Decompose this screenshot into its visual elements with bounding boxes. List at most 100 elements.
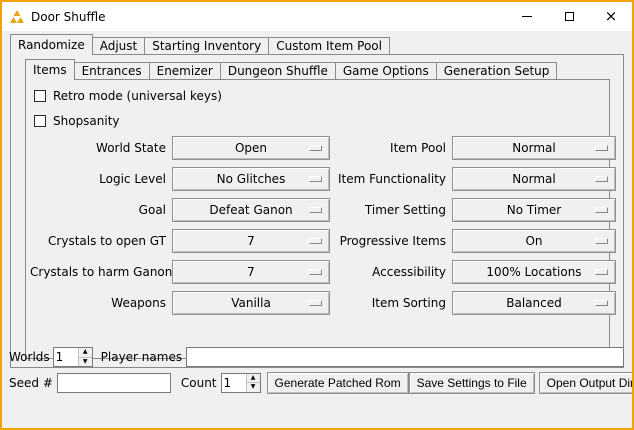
count-spinner[interactable]: ▲ ▼ [221, 373, 261, 393]
worlds-input[interactable] [54, 348, 78, 366]
dropdown-value: Vanilla [231, 296, 271, 310]
window-title: Door Shuffle [31, 10, 105, 24]
dropdown-value: Balanced [506, 296, 561, 310]
worlds-spin-buttons: ▲ ▼ [78, 348, 92, 366]
progressive-items-dropdown[interactable]: On [452, 229, 616, 253]
tab-randomize[interactable]: Randomize [10, 34, 93, 55]
settings-form: World State Open Item Pool Normal Logic … [30, 136, 616, 315]
checkbox-box-icon [34, 90, 46, 102]
tab-starting-inventory[interactable]: Starting Inventory [144, 37, 269, 55]
timer-setting-dropdown[interactable]: No Timer [452, 198, 616, 222]
tab-entrances[interactable]: Entrances [74, 62, 150, 80]
maximize-icon [565, 12, 574, 21]
dropdown-value: No Glitches [217, 172, 286, 186]
app-icon [9, 9, 25, 25]
minimize-icon [522, 16, 532, 17]
goal-dropdown[interactable]: Defeat Ganon [172, 198, 330, 222]
close-icon: × [605, 9, 618, 24]
shopsanity-checkbox[interactable]: Shopsanity [34, 113, 120, 129]
tab-adjust[interactable]: Adjust [92, 37, 146, 55]
window-controls: × [506, 2, 632, 31]
open-output-directory-button[interactable]: Open Output Directory [539, 372, 634, 394]
item-pool-dropdown[interactable]: Normal [452, 136, 616, 160]
dropdown-value: Normal [512, 141, 555, 155]
close-button[interactable]: × [590, 2, 632, 31]
crystals-ganon-label: Crystals to harm Ganon [30, 265, 166, 279]
worlds-row: Worlds ▲ ▼ Player names [9, 346, 624, 368]
player-names-input[interactable] [186, 347, 624, 367]
worlds-spinner[interactable]: ▲ ▼ [53, 347, 93, 367]
count-spin-buttons: ▲ ▼ [246, 374, 260, 392]
dropdown-value: 100% Locations [486, 265, 581, 279]
item-pool-label: Item Pool [336, 141, 446, 155]
dropdown-indicator-icon [309, 207, 322, 213]
outer-tab-bar: Randomize Adjust Starting Inventory Cust… [10, 34, 389, 55]
tab-items[interactable]: Items [25, 59, 75, 80]
crystals-ganon-dropdown[interactable]: 7 [172, 260, 330, 284]
dropdown-indicator-icon [309, 145, 322, 151]
weapons-label: Weapons [30, 296, 166, 310]
dropdown-value: On [525, 234, 542, 248]
timer-setting-label: Timer Setting [336, 203, 446, 217]
worlds-label: Worlds [9, 350, 50, 364]
tab-dungeon-shuffle[interactable]: Dungeon Shuffle [220, 62, 336, 80]
save-settings-button[interactable]: Save Settings to File [409, 372, 535, 394]
seed-row: Seed # Count ▲ ▼ Generate Patched Rom Sa… [9, 371, 624, 394]
tab-generation-setup[interactable]: Generation Setup [436, 62, 558, 80]
dropdown-value: 7 [247, 234, 255, 248]
dropdown-indicator-icon [309, 176, 322, 182]
dropdown-indicator-icon [595, 238, 608, 244]
crystals-gt-dropdown[interactable]: 7 [172, 229, 330, 253]
dropdown-value: Defeat Ganon [209, 203, 292, 217]
tab-game-options[interactable]: Game Options [335, 62, 437, 80]
dropdown-value: No Timer [507, 203, 561, 217]
accessibility-dropdown[interactable]: 100% Locations [452, 260, 616, 284]
dropdown-value: Open [235, 141, 267, 155]
item-functionality-dropdown[interactable]: Normal [452, 167, 616, 191]
progressive-items-label: Progressive Items [336, 234, 446, 248]
logic-level-dropdown[interactable]: No Glitches [172, 167, 330, 191]
generate-patched-rom-button[interactable]: Generate Patched Rom [267, 372, 409, 394]
worlds-spin-down-button[interactable]: ▼ [79, 357, 92, 367]
dropdown-indicator-icon [309, 269, 322, 275]
item-sorting-dropdown[interactable]: Balanced [452, 291, 616, 315]
worlds-spin-up-button[interactable]: ▲ [79, 348, 92, 357]
dropdown-value: Normal [512, 172, 555, 186]
retro-mode-label: Retro mode (universal keys) [53, 89, 222, 103]
inner-tab-bar: Items Entrances Enemizer Dungeon Shuffle… [25, 59, 556, 80]
dropdown-indicator-icon [595, 176, 608, 182]
weapons-dropdown[interactable]: Vanilla [172, 291, 330, 315]
count-label: Count [181, 376, 217, 390]
shopsanity-label: Shopsanity [53, 114, 120, 128]
dropdown-indicator-icon [309, 300, 322, 306]
count-input[interactable] [222, 374, 246, 392]
randomize-tab-pane: Items Entrances Enemizer Dungeon Shuffle… [10, 54, 624, 368]
dropdown-indicator-icon [595, 269, 608, 275]
titlebar[interactable]: Door Shuffle × [2, 2, 632, 31]
minimize-button[interactable] [506, 2, 548, 31]
dropdown-indicator-icon [595, 207, 608, 213]
player-names-label: Player names [101, 350, 182, 364]
logic-level-label: Logic Level [30, 172, 166, 186]
count-spin-up-button[interactable]: ▲ [247, 374, 260, 383]
seed-label: Seed # [9, 376, 53, 390]
world-state-label: World State [30, 141, 166, 155]
dropdown-value: 7 [247, 265, 255, 279]
items-tab-pane: Retro mode (universal keys) Shopsanity W… [25, 79, 610, 359]
item-functionality-label: Item Functionality [336, 172, 446, 186]
world-state-dropdown[interactable]: Open [172, 136, 330, 160]
crystals-gt-label: Crystals to open GT [30, 234, 166, 248]
seed-input[interactable] [57, 373, 171, 393]
tab-custom-item-pool[interactable]: Custom Item Pool [268, 37, 390, 55]
retro-mode-checkbox[interactable]: Retro mode (universal keys) [34, 88, 222, 104]
window-content: Randomize Adjust Starting Inventory Cust… [2, 31, 632, 428]
checkbox-box-icon [34, 115, 46, 127]
window: Door Shuffle × Randomize Adjust Starting… [0, 0, 634, 430]
count-spin-down-button[interactable]: ▼ [247, 382, 260, 392]
tab-enemizer[interactable]: Enemizer [149, 62, 221, 80]
dropdown-indicator-icon [595, 300, 608, 306]
dropdown-indicator-icon [595, 145, 608, 151]
maximize-button[interactable] [548, 2, 590, 31]
goal-label: Goal [30, 203, 166, 217]
item-sorting-label: Item Sorting [336, 296, 446, 310]
